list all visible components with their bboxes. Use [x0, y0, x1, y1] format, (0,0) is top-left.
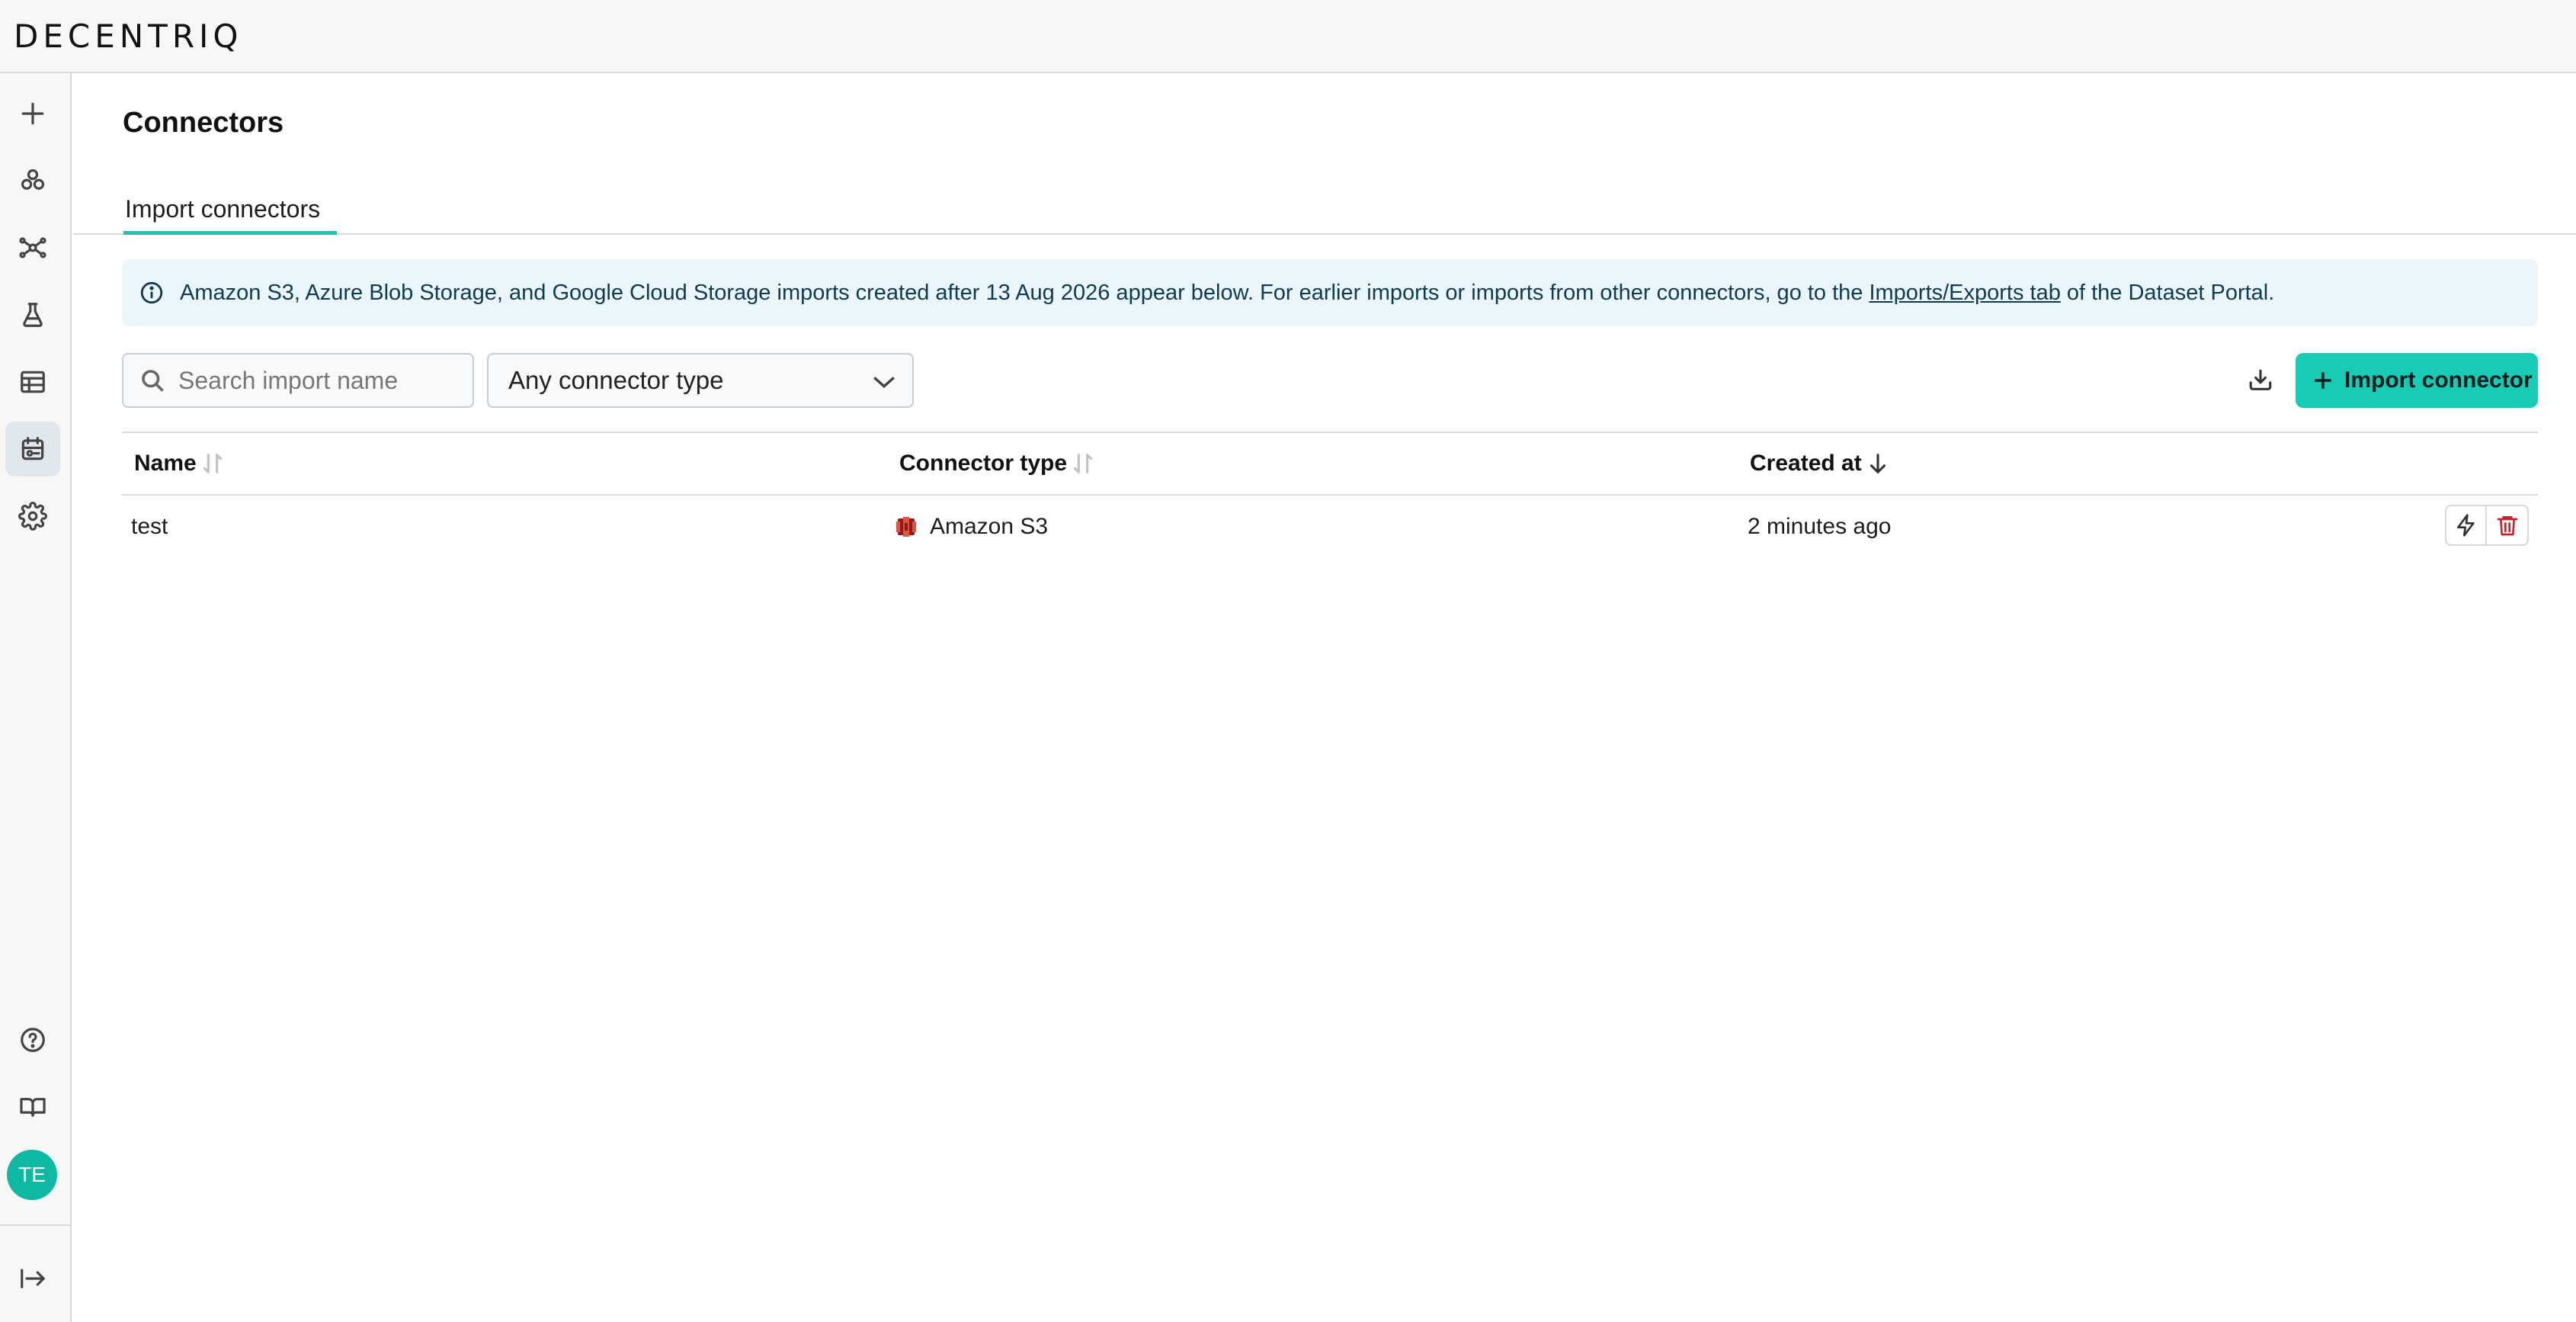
chevron-down-icon: [873, 377, 895, 388]
sidebar-item-new[interactable]: [5, 86, 60, 141]
gear-icon: [18, 502, 47, 531]
plus-icon: [21, 102, 44, 125]
banner-text: Amazon S3, Azure Blob Storage, and Googl…: [180, 280, 1863, 305]
trash-icon: [2497, 516, 2517, 536]
info-icon: [140, 281, 163, 304]
sort-icon: [1073, 454, 1093, 473]
plus-icon: [2315, 372, 2331, 389]
connector-type-value: Any connector type: [508, 366, 724, 394]
lightning-icon: [2456, 514, 2475, 537]
sidebar-item-connectors[interactable]: [5, 422, 60, 476]
network-icon: [19, 237, 46, 258]
row-actions: [2445, 505, 2529, 546]
sidebar-item-datasets[interactable]: [5, 355, 60, 409]
connector-type-select[interactable]: Any connector type: [487, 353, 914, 408]
row-name: test: [131, 514, 168, 539]
search-icon: [142, 370, 164, 392]
imports-exports-link[interactable]: Imports/Exports tab: [1869, 281, 2060, 306]
download-button[interactable]: [2236, 356, 2285, 405]
delete-button[interactable]: [2487, 505, 2529, 546]
column-label: Created at: [1750, 451, 1862, 476]
main-content: Connectors Import connectors Amazon S3, …: [73, 75, 2576, 1322]
table-header: Name Connector type Created at: [122, 432, 2538, 496]
column-label: Connector type: [899, 451, 1068, 476]
row-connector-type: Amazon S3: [896, 496, 1048, 558]
tab-import-connectors[interactable]: Import connectors: [123, 189, 337, 235]
amazon-s3-icon: [896, 517, 916, 537]
table-icon: [21, 371, 45, 393]
import-connector-label: Import connector: [2344, 367, 2533, 393]
download-icon: [2249, 369, 2272, 390]
search-input[interactable]: [178, 366, 468, 395]
connector-type-label: Amazon S3: [930, 514, 1049, 539]
sidebar-item-data-clean-rooms[interactable]: [5, 153, 60, 208]
table-row[interactable]: test Amazon S3 2 minutes ago: [122, 496, 2538, 558]
connector-icon: [21, 437, 44, 460]
help-icon: [21, 1028, 45, 1052]
sidebar-item-docs[interactable]: [5, 1080, 60, 1134]
sidebar-divider: [0, 1224, 70, 1226]
sidebar-item-help[interactable]: [5, 1012, 60, 1067]
cluster-icon: [21, 168, 45, 190]
sort-icon: [203, 454, 222, 473]
sidebar-item-lab[interactable]: [5, 287, 60, 342]
avatar[interactable]: TE: [7, 1150, 57, 1200]
column-header-created-at[interactable]: Created at: [1750, 433, 1891, 494]
page-title: Connectors: [123, 107, 284, 139]
flask-icon: [23, 303, 43, 327]
collapse-icon: [21, 1269, 45, 1288]
column-header-name[interactable]: Name: [134, 433, 226, 494]
search-field[interactable]: [122, 353, 474, 408]
import-connector-button[interactable]: Import connector: [2296, 353, 2538, 408]
book-icon: [20, 1098, 46, 1117]
banner-text-end: of the Dataset Portal.: [2066, 280, 2275, 305]
tab-bar: Import connectors: [73, 189, 2576, 235]
run-import-button[interactable]: [2445, 505, 2487, 546]
app-logo[interactable]: DECENTRIQ: [14, 15, 242, 58]
column-header-connector-type[interactable]: Connector type: [899, 433, 1096, 494]
sidebar: TE: [0, 73, 72, 1322]
sidebar-item-network[interactable]: [5, 220, 60, 275]
info-banner: Amazon S3, Azure Blob Storage, and Googl…: [122, 259, 2538, 326]
sidebar-collapse-button[interactable]: [5, 1251, 60, 1306]
top-bar: DECENTRIQ: [0, 0, 2576, 73]
row-created-at: 2 minutes ago: [1748, 514, 1892, 539]
column-label: Name: [134, 451, 197, 476]
sort-desc-icon: [1870, 454, 1886, 473]
sidebar-item-settings[interactable]: [5, 489, 60, 544]
